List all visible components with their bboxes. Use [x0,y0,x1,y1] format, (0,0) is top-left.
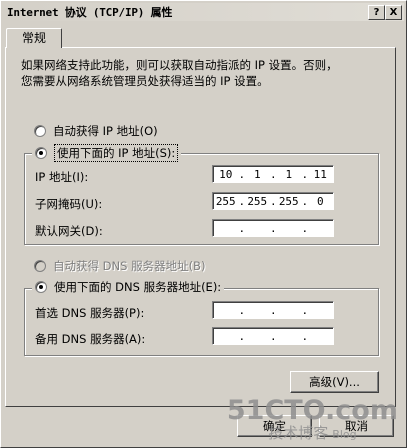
subnet-octet-2: 255 [247,194,268,208]
advanced-button[interactable]: 高级(V)... [290,371,379,393]
ip-dot: . [270,303,277,317]
radio-auto-ip[interactable]: 自动获得 IP 地址(O) [34,123,158,139]
default-gateway-input[interactable]: . . . [212,219,334,237]
close-icon: X [389,7,398,18]
ip-octet-3: 1 [285,167,293,181]
intro-text: 如果网络支持此功能，则可以获取自动指派的 IP 设置。否则， 您需要从网络系统管… [21,57,381,89]
radio-manual-ip-label: 使用下面的 IP 地址(S): [54,144,179,162]
ip-dot: . [238,303,246,317]
radio-auto-dns[interactable]: 自动获得 DNS 服务器地址(B) [34,258,205,274]
radio-unchecked-icon [34,125,46,137]
ip-dot: . [301,303,309,317]
ok-button[interactable]: 确定 [237,415,312,437]
ip-octet-1: 10 [219,167,233,181]
help-button[interactable]: ? [368,5,385,20]
subnet-mask-input[interactable]: 255. 255. 255. 0 [212,192,334,210]
ip-octet-2: 1 [253,167,261,181]
ip-octet-4: 11 [313,167,327,181]
radio-manual-dns-label: 使用下面的 DNS 服务器地址(E): [54,280,222,294]
intro-line-2: 您需要从网络系统管理员处获得适当的 IP 设置。 [21,74,269,88]
radio-manual-dns[interactable]: 使用下面的 DNS 服务器地址(E): [32,279,225,295]
intro-line-1: 如果网络支持此功能，则可以获取自动指派的 IP 设置。否则， [21,58,338,72]
window-title: Internet 协议 (TCP/IP) 属性 [7,6,173,19]
ip-address-label: IP 地址(I): [35,170,89,184]
close-button[interactable]: X [385,5,402,20]
subnet-octet-1: 255 [215,194,236,208]
alternate-dns-label: 备用 DNS 服务器(A): [35,332,146,346]
radio-checked-icon [35,147,47,159]
ip-address-input[interactable]: 10. 1. 1. 11 [212,165,334,183]
alternate-dns-input[interactable]: . . . [212,327,334,345]
ip-dot: . [270,221,277,235]
radio-checked-icon [35,281,47,293]
ip-dot: . [270,329,277,343]
default-gateway-label: 默认网关(D): [35,224,103,238]
preferred-dns-label: 首选 DNS 服务器(P): [35,306,145,320]
ip-dot: . [238,221,246,235]
radio-manual-ip[interactable]: 使用下面的 IP 地址(S): [32,144,182,162]
ip-dot: . [301,221,309,235]
radio-auto-ip-label: 自动获得 IP 地址(O) [53,124,158,138]
ip-dot: . [238,329,246,343]
title-bar[interactable]: Internet 协议 (TCP/IP) 属性 ? X [3,3,404,21]
help-icon: ? [373,7,380,18]
subnet-octet-3: 255 [278,194,299,208]
tcpip-properties-dialog: Internet 协议 (TCP/IP) 属性 ? X 常规 如果网络支持此功能… [0,0,407,448]
cancel-button[interactable]: 取消 [319,415,394,437]
radio-disabled-icon [34,260,46,272]
ip-dot: . [301,329,309,343]
radio-auto-dns-label: 自动获得 DNS 服务器地址(B) [53,259,206,273]
tab-general[interactable]: 常规 [6,28,62,48]
preferred-dns-input[interactable]: . . . [212,301,334,319]
subnet-octet-4: 0 [316,194,324,208]
subnet-mask-label: 子网掩码(U): [35,197,103,211]
